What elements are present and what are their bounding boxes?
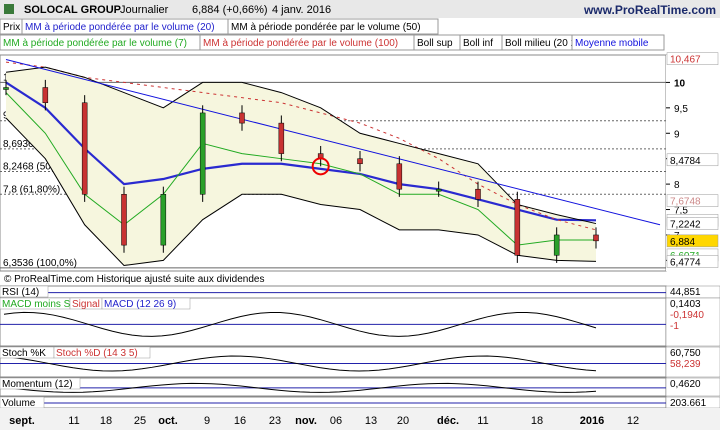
legend-label: Prix bbox=[3, 22, 20, 33]
price-candle bbox=[3, 87, 9, 90]
indicator-label: Volume bbox=[2, 398, 36, 409]
legend-label: MM à période pondérée par le volume (50) bbox=[231, 22, 421, 33]
indicator-label: Stoch %K bbox=[2, 348, 46, 359]
axis-tick-label: 9 bbox=[674, 129, 680, 140]
price-candle bbox=[357, 158, 363, 165]
watermark-label: www.ProRealTime.com bbox=[583, 3, 716, 17]
legend-label: MM à période pondérée par le volume (20) bbox=[25, 22, 215, 33]
axis-value-label: 7,2242 bbox=[670, 220, 701, 231]
price-candle bbox=[42, 87, 49, 104]
x-axis-label: 23 bbox=[269, 415, 281, 427]
legend-label: MM à période pondérée par le volume (100… bbox=[203, 38, 398, 49]
x-axis-label: déc. bbox=[437, 415, 459, 427]
axis-value-label: 10,467 bbox=[670, 55, 701, 66]
price-candle bbox=[239, 112, 245, 124]
axis-value-label: 6,884 bbox=[670, 237, 695, 248]
indicator-value-label: 203.661 bbox=[670, 398, 707, 409]
x-axis-label: 11 bbox=[68, 415, 79, 427]
axis-value-label: 8,4784 bbox=[670, 156, 701, 167]
x-axis-label: 12 bbox=[627, 415, 639, 427]
last-price-label: 6,884 (+0,66%) bbox=[192, 4, 268, 16]
indicator-label: MACD (12 26 9) bbox=[104, 299, 176, 310]
indicator-panels: RSI (14) 44,851MACD moins SignalSignal MAC… bbox=[0, 285, 720, 409]
period-label: Journalier bbox=[120, 4, 169, 16]
x-axis-label: 16 bbox=[234, 415, 246, 427]
price-candle bbox=[396, 163, 403, 190]
indicator-value-label: -0,1940 bbox=[670, 310, 704, 321]
stock-chart: SOLOCAL GROUP Journalier 6,884 (+0,66%) … bbox=[0, 0, 720, 430]
x-axis-label: sept. bbox=[9, 415, 35, 427]
axis-value-label: 7,6748 bbox=[670, 197, 701, 208]
indicator-value-label: -1 bbox=[670, 321, 679, 332]
legend-label: MM à période pondérée par le volume (7) bbox=[3, 38, 187, 49]
indicator-value-label: 0,1403 bbox=[670, 299, 701, 310]
app-icon bbox=[4, 4, 14, 14]
price-candle bbox=[81, 102, 88, 195]
indicator-value-label: 60,750 bbox=[670, 348, 701, 359]
price-candle bbox=[121, 194, 127, 246]
x-axis-label: 13 bbox=[365, 415, 377, 427]
indicator-panel-volume bbox=[0, 396, 667, 409]
indicator-label: RSI (14) bbox=[2, 287, 39, 298]
axis-tick-label: 10 bbox=[674, 78, 686, 89]
price-candle bbox=[475, 188, 481, 200]
indicator-value-label: 0,4620 bbox=[670, 379, 701, 390]
legend-label: Boll milieu (20 2) bbox=[505, 38, 579, 49]
date-label: 4 janv. 2016 bbox=[272, 4, 331, 16]
axis-value-label: 6,4774 bbox=[670, 258, 701, 269]
x-axis-label: 9 bbox=[204, 415, 210, 427]
copyright-label: © ProRealTime.com Historique ajusté suit… bbox=[4, 274, 264, 285]
indicator-panel-rsi bbox=[0, 285, 667, 299]
legend-label: Boll inf bbox=[463, 38, 493, 49]
legend-label: Boll sup bbox=[417, 38, 453, 49]
x-axis-label: oct. bbox=[158, 415, 178, 427]
axis-tick-label: 9,5 bbox=[674, 104, 688, 115]
x-axis-label: 06 bbox=[330, 415, 342, 427]
legend: Prix MM à période pondérée par le volume … bbox=[0, 18, 665, 51]
price-candle bbox=[199, 112, 206, 195]
x-axis-label: 25 bbox=[134, 415, 146, 427]
price-candle bbox=[435, 188, 442, 192]
price-candle bbox=[278, 122, 285, 154]
price-candle bbox=[160, 194, 167, 246]
indicator-value-label: 58,239 bbox=[670, 359, 701, 370]
indicator-label: Momentum (12) bbox=[2, 379, 73, 390]
indicator-panel-momentum bbox=[0, 377, 667, 397]
fib-level-label: 6,3536 (100,0%) bbox=[3, 258, 77, 269]
x-axis-label: nov. bbox=[295, 415, 317, 427]
x-axis-label: 11 bbox=[477, 415, 488, 427]
indicator-value-label: 44,851 bbox=[670, 287, 701, 298]
x-axis-label: 18 bbox=[100, 415, 112, 427]
indicator-label: Signal bbox=[72, 299, 100, 310]
instrument-title: SOLOCAL GROUP bbox=[24, 4, 121, 16]
fib-level-label: 7,8 (61,80%) bbox=[3, 184, 60, 195]
x-axis-label: 2016 bbox=[580, 415, 604, 427]
price-candle bbox=[593, 234, 599, 242]
axis-tick-label: 8 bbox=[674, 180, 680, 191]
legend-label: Moyenne mobile bbox=[575, 38, 649, 49]
price-candle bbox=[553, 234, 560, 256]
price-candle bbox=[514, 199, 521, 256]
x-axis-label: 18 bbox=[531, 415, 543, 427]
x-axis-label: 20 bbox=[397, 415, 409, 427]
indicator-label: Stoch %D (14 3 5) bbox=[56, 348, 138, 359]
